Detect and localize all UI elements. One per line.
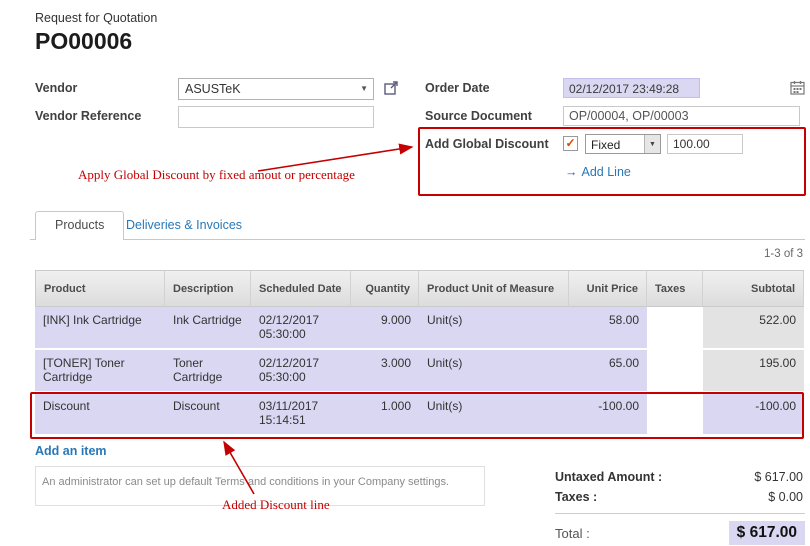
page-header: Request for Quotation PO00006 [35,11,157,55]
add-line-label: Add Line [582,165,631,179]
cell-product: [INK] Ink Cartridge [35,307,165,350]
chevron-down-icon: ▼ [644,135,660,153]
tab-bar-divider [30,239,805,240]
cell-taxes [647,393,703,436]
cell-quantity: 1.000 [351,393,419,436]
cell-taxes [647,307,703,350]
global-discount-checkbox[interactable]: ✓ [563,136,578,151]
cell-product: [TONER] Toner Cartridge [35,350,165,393]
order-date-label: Order Date [425,78,563,95]
breadcrumb: Request for Quotation [35,11,157,25]
vendor-reference-label: Vendor Reference [35,106,178,123]
cell-scheduled-date: 02/12/2017 05:30:00 [251,307,351,350]
taxes-label: Taxes : [555,490,597,504]
cell-quantity: 9.000 [351,307,419,350]
column-header-uom: Product Unit of Measure [419,270,569,307]
request-for-quotation-page: Request for Quotation PO00006 Vendor ASU… [0,0,810,546]
untaxed-amount-value: $ 617.00 [754,470,803,484]
column-header-scheduled-date: Scheduled Date [251,270,351,307]
cell-product: Discount [35,393,165,436]
table-row-discount[interactable]: Discount Discount 03/11/2017 15:14:51 1.… [35,393,804,436]
external-link-icon[interactable] [384,81,398,100]
global-discount-label: Add Global Discount [425,134,563,151]
vendor-row: Vendor ASUSTeK ▼ [35,78,413,100]
cell-description: Toner Cartridge [165,350,251,393]
column-header-description: Description [165,270,251,307]
add-an-item-link[interactable]: Add an item [35,444,804,458]
column-header-unit-price: Unit Price [569,270,647,307]
order-date-input[interactable]: 02/12/2017 23:49:28 [563,78,700,98]
form-left-column: Vendor ASUSTeK ▼ Vendor Reference [35,78,413,134]
totals-divider [555,513,805,514]
annotation-note-global-discount: Apply Global Discount by fixed amout or … [78,167,355,183]
add-line-link[interactable]: → Add Line [565,165,805,179]
cell-subtotal: 195.00 [703,350,804,393]
annotation-note-discount-line: Added Discount line [222,497,330,513]
vendor-reference-row: Vendor Reference [35,106,413,128]
chevron-down-icon: ▼ [360,85,368,93]
vendor-label: Vendor [35,78,178,95]
global-discount-row: Add Global Discount ✓ Fixed ▼ [425,134,805,156]
discount-amount-input[interactable] [667,134,743,154]
pager: 1-3 of 3 [35,248,803,260]
column-header-product: Product [35,270,165,307]
cell-unit-price: 65.00 [569,350,647,393]
taxes-row: Taxes : $ 0.00 [555,490,805,504]
table-header-row: Product Description Scheduled Date Quant… [35,270,804,307]
table-row[interactable]: [TONER] Toner Cartridge Toner Cartridge … [35,350,804,393]
cell-subtotal: -100.00 [703,393,804,436]
vendor-select[interactable]: ASUSTeK ▼ [178,78,374,100]
tab-products[interactable]: Products [35,211,124,240]
footer-section: An administrator can set up default Term… [35,466,805,545]
source-document-row: Source Document [425,106,805,128]
cell-uom: Unit(s) [419,350,569,393]
cell-taxes [647,350,703,393]
form-right-column: Order Date 02/12/2017 23:49:28 Source Do… [425,78,805,179]
total-row: Total : $ 617.00 [555,521,805,545]
table-row[interactable]: [INK] Ink Cartridge Ink Cartridge 02/12/… [35,307,804,350]
order-date-row: Order Date 02/12/2017 23:49:28 [425,78,805,100]
untaxed-amount-label: Untaxed Amount : [555,470,662,484]
order-lines-section: Product Description Scheduled Date Quant… [35,270,804,458]
source-document-input[interactable] [563,106,800,126]
column-header-taxes: Taxes [647,270,703,307]
discount-type-select[interactable]: Fixed ▼ [585,134,661,154]
cell-quantity: 3.000 [351,350,419,393]
check-icon: ✓ [565,136,575,150]
cell-scheduled-date: 03/11/2017 15:14:51 [251,393,351,436]
order-lines-table: Product Description Scheduled Date Quant… [35,270,804,436]
cell-scheduled-date: 02/12/2017 05:30:00 [251,350,351,393]
cell-subtotal: 522.00 [703,307,804,350]
page-title: PO00006 [35,28,157,55]
tab-deliveries-invoices[interactable]: Deliveries & Invoices [126,218,242,232]
taxes-value: $ 0.00 [768,490,803,504]
cell-description: Discount [165,393,251,436]
cell-unit-price: -100.00 [569,393,647,436]
vendor-reference-input[interactable] [178,106,374,128]
column-header-quantity: Quantity [351,270,419,307]
totals-panel: Untaxed Amount : $ 617.00 Taxes : $ 0.00… [555,466,805,545]
arrow-right-icon: → [565,165,578,179]
vendor-value: ASUSTeK [185,82,241,96]
untaxed-amount-row: Untaxed Amount : $ 617.00 [555,470,805,484]
cell-uom: Unit(s) [419,307,569,350]
cell-uom: Unit(s) [419,393,569,436]
total-value: $ 617.00 [729,521,805,545]
total-label: Total : [555,526,590,541]
calendar-icon[interactable] [790,80,805,100]
cell-unit-price: 58.00 [569,307,647,350]
source-document-label: Source Document [425,106,563,123]
cell-description: Ink Cartridge [165,307,251,350]
discount-type-value: Fixed [586,135,644,153]
column-header-subtotal: Subtotal [703,270,804,307]
